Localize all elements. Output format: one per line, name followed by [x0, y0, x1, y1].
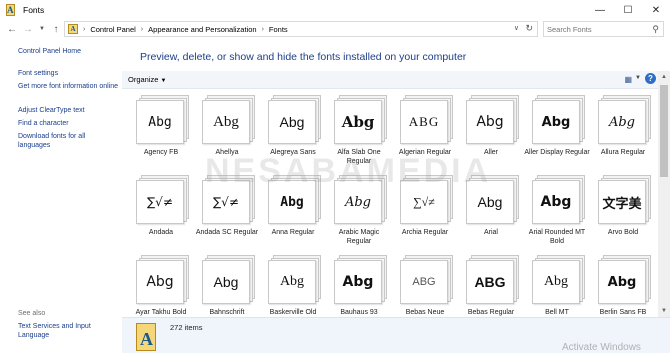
refresh-icon[interactable]: ↻ [525, 23, 533, 34]
breadcrumb-separator-icon[interactable]: › [262, 26, 264, 33]
change-view-icon[interactable]: ▦ [624, 75, 632, 84]
breadcrumb-separator-icon[interactable]: › [141, 26, 143, 33]
scroll-up-arrow-icon[interactable]: ▲ [658, 71, 670, 83]
search-input[interactable] [547, 24, 647, 34]
back-arrow-icon[interactable]: ← [6, 22, 18, 36]
organize-chevron-icon: ▼ [160, 78, 167, 84]
font-item-agency-fb[interactable]: Abg Agency FB [128, 91, 194, 171]
font-preview: ∑√≠ [136, 175, 189, 225]
adjust-cleartype-link[interactable]: Adjust ClearType text [18, 107, 118, 116]
font-preview: Abg [532, 175, 585, 225]
font-preview: Abg [136, 95, 189, 145]
navigation-bar: ← → ▼ ↑ A › Control Panel › Appearance a… [0, 20, 670, 38]
address-history-chevron-icon[interactable]: ∨ [514, 24, 519, 32]
font-preview: Abg [202, 95, 255, 145]
page-headline: Preview, delete, or show and hide the fo… [140, 51, 467, 63]
left-pane: Control Panel Home Font settings Get mor… [0, 38, 122, 353]
font-preview: Abg [268, 255, 321, 305]
fonts-folder-icon: A [6, 4, 15, 16]
fonts-location-icon: A [68, 24, 78, 34]
font-preview: Abg [532, 255, 585, 305]
see-also-label: See also [18, 310, 46, 317]
font-item-allura[interactable]: Abg Allura Regular [590, 91, 656, 171]
recent-locations-chevron-icon[interactable]: ▼ [36, 22, 48, 36]
command-bar: Organize ▼ ▦ ▼ ? [122, 71, 658, 89]
scrollbar-thumb[interactable] [660, 85, 668, 177]
download-fonts-link[interactable]: Download fonts for all languages [18, 133, 118, 150]
font-item-andada[interactable]: ∑√≠ Andada [128, 171, 194, 251]
close-button[interactable]: ✕ [642, 0, 670, 20]
item-count: 272 items [170, 323, 203, 332]
help-icon[interactable]: ? [645, 73, 656, 84]
font-item-bauhaus-93[interactable]: Abg Bauhaus 93 [326, 251, 392, 317]
font-item-bahnschrift[interactable]: Abg Bahnschrift [194, 251, 260, 317]
find-character-link[interactable]: Find a character [18, 120, 118, 129]
font-grid: Abg Agency FB Abg Ahellya Abg Alegreya S… [122, 89, 658, 317]
address-bar[interactable]: A › Control Panel › Appearance and Perso… [64, 21, 538, 37]
font-settings-link[interactable]: Font settings [18, 70, 118, 79]
maximize-button[interactable]: ☐ [614, 0, 642, 20]
vertical-scrollbar[interactable]: ▲ ▼ [658, 71, 670, 317]
font-item-bebas-neue[interactable]: ABG Bebas Neue [392, 251, 458, 317]
organize-label: Organize [128, 75, 159, 84]
font-item-arvo-bold[interactable]: 文字美 Arvo Bold [590, 171, 656, 251]
font-preview: Abg [598, 255, 651, 305]
breadcrumb-separator-icon[interactable]: › [83, 26, 85, 33]
organize-menu[interactable]: Organize ▼ [128, 75, 166, 84]
font-preview: Abg [466, 95, 519, 145]
font-preview: Abg [136, 255, 189, 305]
font-item-arial-rounded[interactable]: Abg Arial Rounded MT Bold [524, 171, 590, 251]
breadcrumb-appearance[interactable]: Appearance and Personalization [148, 25, 256, 34]
search-icon[interactable]: ⚲ [652, 24, 659, 35]
font-item-ayar-takhu[interactable]: Abg Ayar Takhu Bold [128, 251, 194, 317]
breadcrumb-fonts[interactable]: Fonts [269, 25, 288, 34]
window-title: Fonts [23, 5, 45, 15]
font-item-berlin-sans-fb[interactable]: Abg Berlin Sans FB [590, 251, 656, 317]
minimize-button[interactable]: — [586, 0, 614, 20]
control-panel-home-link[interactable]: Control Panel Home [18, 48, 118, 57]
font-item-bebas-regular[interactable]: ABG Bebas Regular [458, 251, 524, 317]
view-options-chevron-icon[interactable]: ▼ [635, 75, 641, 81]
font-preview: ABG [400, 95, 453, 145]
text-services-link[interactable]: Text Services and Input Language [18, 323, 118, 340]
breadcrumb-control-panel[interactable]: Control Panel [90, 25, 135, 34]
font-preview: ABG [466, 255, 519, 305]
fonts-folder-large-icon: A [136, 323, 158, 351]
font-preview: Abg [268, 95, 321, 145]
watermark: NESABAMEDIA [205, 152, 492, 190]
more-font-info-link[interactable]: Get more font information online [18, 83, 118, 92]
font-item-baskerville-old[interactable]: Abg Baskerville Old [260, 251, 326, 317]
search-box[interactable]: ⚲ [543, 21, 664, 37]
font-preview: Abg [334, 95, 387, 145]
title-bar: A Fonts — ☐ ✕ [0, 0, 670, 20]
activate-windows-watermark: Activate Windows [562, 342, 641, 353]
font-preview: Abg [334, 255, 387, 305]
font-preview: Abg [532, 95, 585, 145]
font-preview: Abg [598, 95, 651, 145]
scroll-down-arrow-icon[interactable]: ▼ [658, 305, 670, 317]
forward-arrow-icon[interactable]: → [22, 22, 34, 36]
up-arrow-icon[interactable]: ↑ [50, 22, 62, 36]
font-item-aller-display[interactable]: Abg Aller Display Regular [524, 91, 590, 171]
font-preview: Abg [202, 255, 255, 305]
font-preview: 文字美 [598, 175, 651, 225]
font-item-bell-mt[interactable]: Abg Bell MT [524, 251, 590, 317]
font-preview: ABG [400, 255, 453, 305]
